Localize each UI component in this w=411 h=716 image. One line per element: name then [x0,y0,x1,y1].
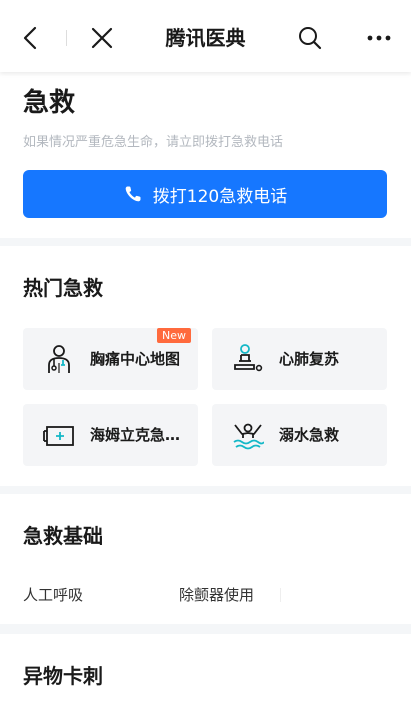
call-120-button[interactable]: 拨打120急救电话 [23,170,387,218]
cpr-icon [232,343,264,375]
hot-section-title: 热门急救 [23,276,103,300]
emergency-section: 急救 如果情况严重危急生命，请立即拨打急救电话 拨打120急救电话 [0,72,411,238]
card-cpr[interactable]: 心肺复苏 [212,328,387,390]
basic-item-defibrillator[interactable]: 除颤器使用 [179,584,254,606]
call-button-label: 拨打120急救电话 [152,186,288,207]
first-aid-basics-section: 急救基础 人工呼吸 除颤器使用 [0,494,411,624]
basic-item-artificial-respiration[interactable]: 人工呼吸 [23,584,83,606]
first-aid-kit-icon [43,419,75,451]
card-heimlich[interactable]: 海姆立克急… [23,404,198,466]
card-chest-pain-map[interactable]: 胸痛中心地图 New [23,328,198,390]
drowning-icon [232,419,265,451]
emergency-subtitle: 如果情况严重危急生命，请立即拨打急救电话 [23,135,284,150]
hot-emergency-section: 热门急救 胸痛中心地图 New 心肺复苏 海姆立克急… 溺水急救 [0,246,411,486]
page-content: 急救 如果情况严重危急生命，请立即拨打急救电话 拨打120急救电话 热门急救 胸… [0,72,411,716]
item-divider [280,588,281,602]
basic-section-title: 急救基础 [23,524,103,548]
card-label: 心肺复苏 [279,350,340,368]
card-label: 溺水急救 [279,426,340,444]
emergency-heading: 急救 [23,88,76,118]
doctor-icon [43,343,75,375]
page-title: 腾讯医典 [165,26,246,50]
search-icon[interactable] [294,22,326,54]
phone-icon [123,184,143,204]
foreign-section-title: 异物卡刺 [23,664,103,688]
new-badge: New [157,328,191,343]
more-horizontal-icon[interactable] [362,22,396,54]
card-label: 胸痛中心地图 [90,350,181,368]
card-drowning[interactable]: 溺水急救 [212,404,387,466]
foreign-object-section: 异物卡刺 [0,634,411,716]
top-navigation-bar: 腾讯医典 [0,0,411,72]
card-label: 海姆立克急… [90,426,181,444]
